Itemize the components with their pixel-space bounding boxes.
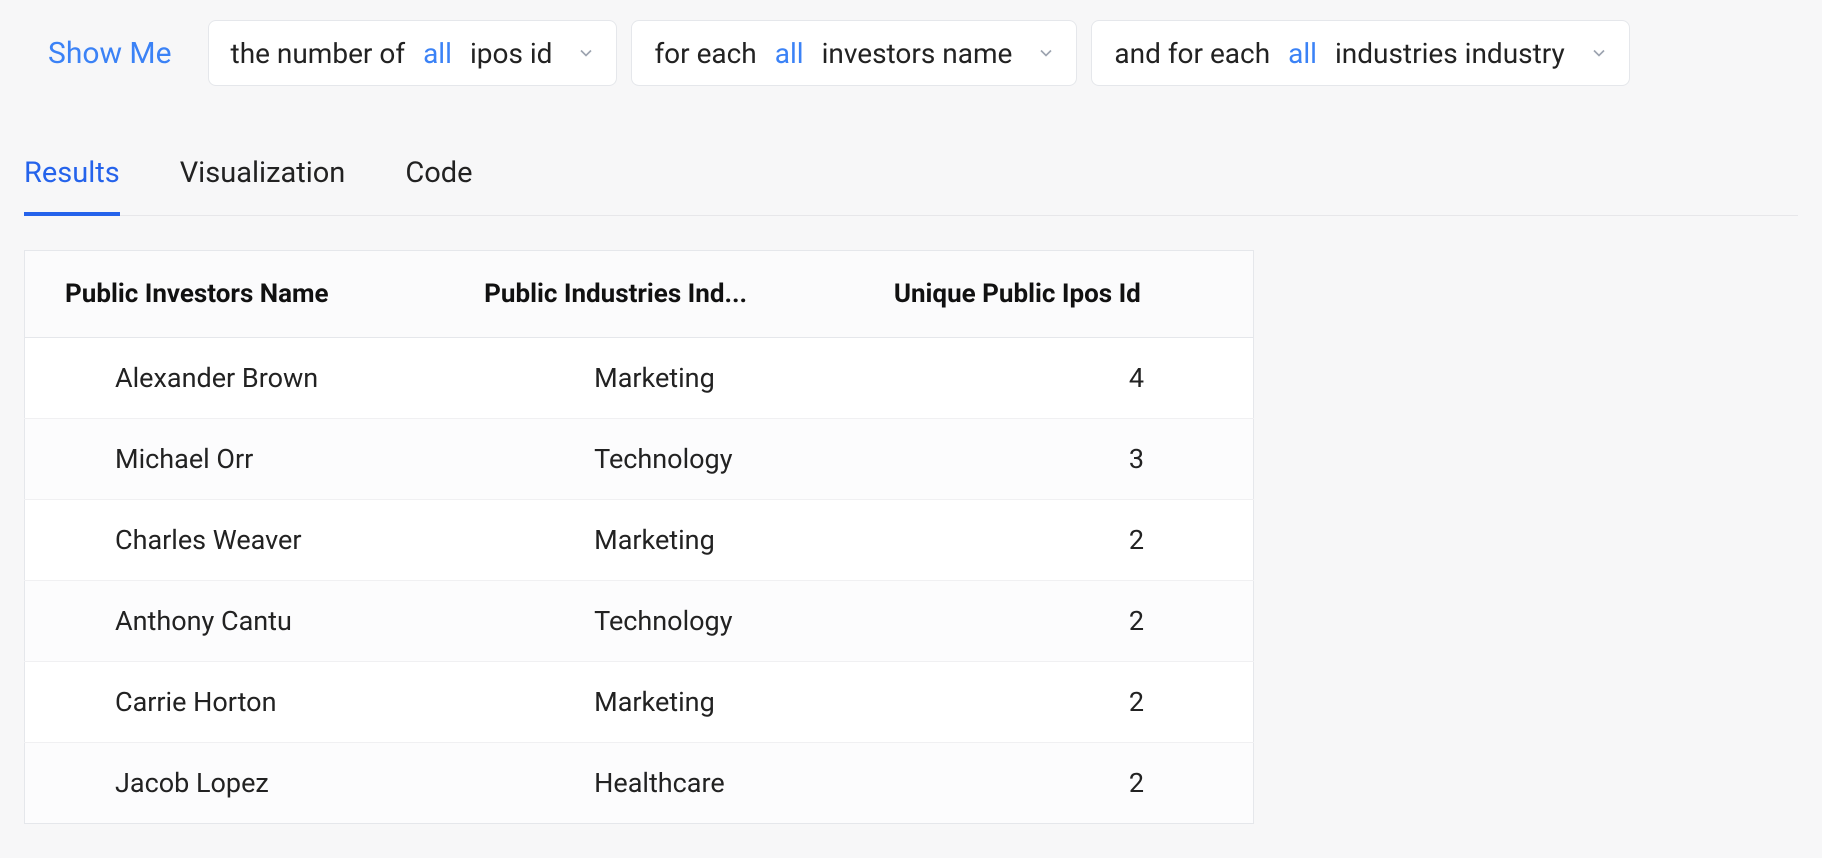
cell-count: 2 bbox=[854, 581, 1254, 662]
cell-investor-name: Alexander Brown bbox=[25, 338, 445, 419]
cell-industry: Healthcare bbox=[444, 743, 854, 824]
table-header-row: Public Investors Name Public Industries … bbox=[25, 251, 1254, 338]
table-row[interactable]: Anthony CantuTechnology2 bbox=[25, 581, 1254, 662]
col-header-industries[interactable]: Public Industries Ind... bbox=[444, 251, 854, 338]
pill-scope[interactable]: all bbox=[423, 37, 452, 70]
query-pill-group: the number of all ipos id for each all i… bbox=[208, 20, 1630, 86]
table-row[interactable]: Alexander BrownMarketing4 bbox=[25, 338, 1254, 419]
chevron-down-icon[interactable] bbox=[1587, 43, 1611, 63]
col-header-ipos-id[interactable]: Unique Public Ipos Id bbox=[854, 251, 1254, 338]
cell-industry: Marketing bbox=[444, 338, 854, 419]
chevron-down-icon[interactable] bbox=[574, 43, 598, 63]
cell-count: 3 bbox=[854, 419, 1254, 500]
pill-scope[interactable]: all bbox=[1288, 37, 1317, 70]
cell-count: 4 bbox=[854, 338, 1254, 419]
table-row[interactable]: Carrie HortonMarketing2 bbox=[25, 662, 1254, 743]
cell-industry: Technology bbox=[444, 419, 854, 500]
query-pill-groupby-1[interactable]: for each all investors name bbox=[631, 20, 1077, 86]
tab-code[interactable]: Code bbox=[405, 156, 472, 215]
table-row[interactable]: Michael OrrTechnology3 bbox=[25, 419, 1254, 500]
query-builder-row: Show Me the number of all ipos id for ea… bbox=[24, 20, 1798, 86]
results-table-wrap: Public Investors Name Public Industries … bbox=[24, 250, 1798, 824]
pill-prefix: and for each bbox=[1114, 37, 1270, 70]
table-row[interactable]: Jacob LopezHealthcare2 bbox=[25, 743, 1254, 824]
cell-count: 2 bbox=[854, 743, 1254, 824]
pill-field[interactable]: industries industry bbox=[1335, 37, 1565, 70]
cell-count: 2 bbox=[854, 500, 1254, 581]
table-row[interactable]: Charles WeaverMarketing2 bbox=[25, 500, 1254, 581]
tab-visualization[interactable]: Visualization bbox=[180, 156, 346, 215]
chevron-down-icon[interactable] bbox=[1034, 43, 1058, 63]
cell-investor-name: Jacob Lopez bbox=[25, 743, 445, 824]
cell-industry: Marketing bbox=[444, 500, 854, 581]
cell-investor-name: Carrie Horton bbox=[25, 662, 445, 743]
cell-investor-name: Anthony Cantu bbox=[25, 581, 445, 662]
tab-results[interactable]: Results bbox=[24, 156, 120, 216]
cell-count: 2 bbox=[854, 662, 1254, 743]
pill-prefix: the number of bbox=[231, 37, 406, 70]
col-header-investors-name[interactable]: Public Investors Name bbox=[25, 251, 445, 338]
results-table: Public Investors Name Public Industries … bbox=[24, 250, 1254, 824]
cell-investor-name: Michael Orr bbox=[25, 419, 445, 500]
pill-prefix: for each bbox=[654, 37, 756, 70]
cell-industry: Marketing bbox=[444, 662, 854, 743]
pill-field[interactable]: ipos id bbox=[470, 37, 553, 70]
show-me-label[interactable]: Show Me bbox=[24, 36, 184, 71]
cell-investor-name: Charles Weaver bbox=[25, 500, 445, 581]
query-pill-metric[interactable]: the number of all ipos id bbox=[208, 20, 618, 86]
pill-field[interactable]: investors name bbox=[822, 37, 1013, 70]
pill-scope[interactable]: all bbox=[775, 37, 804, 70]
cell-industry: Technology bbox=[444, 581, 854, 662]
query-pill-groupby-2[interactable]: and for each all industries industry bbox=[1091, 20, 1629, 86]
tabs: Results Visualization Code bbox=[24, 156, 1798, 216]
